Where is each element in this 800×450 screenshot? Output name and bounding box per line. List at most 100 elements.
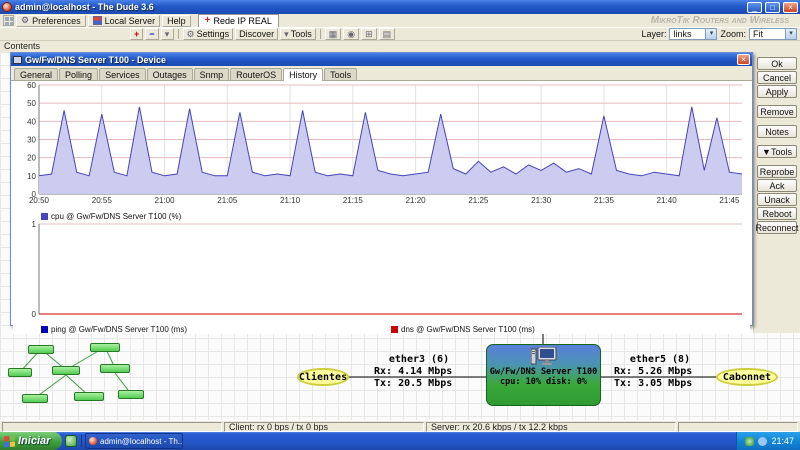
ping-dns-chart-legend: ping @ Gw/Fw/DNS Server T100 (ms) dns @ … <box>13 324 750 334</box>
toolbar-separator <box>319 29 321 39</box>
layer-value: links <box>673 29 692 39</box>
tray-icon[interactable] <box>758 436 768 446</box>
mini-map-node[interactable] <box>52 366 80 375</box>
notes-button[interactable]: Notes <box>757 125 797 138</box>
contents-pane-header[interactable]: Contents <box>0 41 800 52</box>
svg-text:21:35: 21:35 <box>594 196 615 205</box>
taskbar-item-dude[interactable]: admin@localhost - Th... <box>85 433 183 449</box>
quick-launch-icon[interactable] <box>65 435 77 447</box>
discover-button[interactable]: Discover <box>235 28 279 40</box>
windows-flag-icon <box>4 435 15 447</box>
svg-text:21:45: 21:45 <box>719 196 740 205</box>
tab-snmp[interactable]: Snmp <box>193 68 230 80</box>
preferences-button[interactable]: ⚙ Preferences <box>16 14 86 27</box>
plus-icon: + <box>134 29 140 39</box>
unack-button[interactable]: Unack <box>757 193 797 206</box>
mini-map-node[interactable] <box>74 392 104 401</box>
server-node-status: cpu: 10% disk: 0% <box>500 377 587 387</box>
mini-map-node[interactable] <box>22 394 48 403</box>
reconnect-button[interactable]: Reconnect <box>755 221 799 234</box>
status-cell-filler <box>678 422 798 432</box>
tools-label: Tools <box>290 29 312 39</box>
mini-map-node[interactable] <box>118 390 144 399</box>
mikrotik-watermark: MikroTik Routers and Wireless <box>650 15 789 26</box>
mini-map-node[interactable] <box>90 343 120 352</box>
tab-polling[interactable]: Polling <box>59 68 99 80</box>
remove-button[interactable]: Remove <box>757 105 797 118</box>
window-button[interactable]: ⊞ <box>361 28 377 40</box>
ack-button[interactable]: Ack <box>757 179 797 192</box>
tab-routeros[interactable]: RouterOS <box>230 68 283 80</box>
network-node-clientes[interactable]: Clientes <box>297 368 349 386</box>
tab-history[interactable]: History <box>283 68 324 81</box>
zoom-value: Fit <box>753 29 763 39</box>
reboot-button[interactable]: Reboot <box>757 207 797 220</box>
local-server-button[interactable]: Local Server <box>87 14 161 27</box>
mini-map-node[interactable] <box>100 364 130 373</box>
tools-button[interactable]: ▾ Tools <box>280 28 316 40</box>
dialog-close-button[interactable]: × <box>737 54 750 65</box>
grid-icon[interactable] <box>3 15 14 26</box>
chevron-down-icon: ▾ <box>284 28 289 39</box>
settings-button[interactable]: ⚙ Settings <box>182 28 234 40</box>
gear-icon: ⚙ <box>21 15 30 25</box>
mini-map-node[interactable] <box>8 368 32 377</box>
rows-button[interactable]: ▤ <box>378 28 396 40</box>
history-panel: 20:50 20:55 21:00 21:05 21:10 21:15 21:20 21:25… <box>11 80 752 334</box>
computer-icon <box>530 347 556 365</box>
minimize-button[interactable]: _ <box>747 1 762 13</box>
start-label: Iniciar <box>18 435 51 447</box>
discover-label: Discover <box>239 29 275 39</box>
window-titlebar[interactable]: admin@localhost - The Dude 3.6 _ □ × <box>0 0 800 14</box>
device-dialog-titlebar[interactable]: Gw/Fw/DNS Server T100 - Device × <box>11 53 752 66</box>
maximize-button[interactable]: □ <box>765 1 780 13</box>
rows-icon: ▤ <box>382 28 392 39</box>
close-button[interactable]: × <box>783 1 798 13</box>
network-node-server[interactable]: Gw/Fw/DNS Server T100 cpu: 10% disk: 0% <box>486 344 601 406</box>
minus-icon: − <box>149 29 155 39</box>
taskbar-clock[interactable]: 21:47 <box>771 436 794 446</box>
ping-dns-history-chart: 01 <box>13 220 748 319</box>
target-button[interactable]: ◉ <box>343 28 360 40</box>
tab-services[interactable]: Services <box>99 68 146 80</box>
tab-general[interactable]: General <box>14 68 59 80</box>
server-icon <box>92 16 102 25</box>
grid-toggle-button[interactable]: ▦ <box>324 28 342 40</box>
map-toolbar: + − ▾ ⚙ Settings Discover ▾ Tools ▦ ◉ ⊞ … <box>0 27 800 41</box>
zoom-select[interactable]: Fit ▾ <box>749 28 797 40</box>
map-add-button[interactable]: + <box>130 28 144 40</box>
start-button[interactable]: Iniciar <box>0 432 62 450</box>
ping-legend-swatch <box>41 325 48 333</box>
help-button[interactable]: Help <box>162 14 191 27</box>
dns-legend-swatch <box>391 325 399 333</box>
layer-select[interactable]: links ▾ <box>669 28 718 40</box>
map-dropdown-button[interactable]: ▾ <box>160 28 174 40</box>
map-remove-button[interactable]: − <box>145 28 159 40</box>
ok-button[interactable]: Ok <box>757 57 797 70</box>
dns-legend-label: dns @ Gw/Fw/DNS Server T100 (ms) <box>401 324 535 334</box>
reprobe-button[interactable]: Reprobe <box>757 165 797 178</box>
toolbar-separator <box>177 29 179 39</box>
grid-icon: ▦ <box>328 28 338 39</box>
tab-tools[interactable]: Tools <box>324 68 358 80</box>
svg-text:21:15: 21:15 <box>343 196 364 205</box>
svg-text:30: 30 <box>27 136 36 145</box>
zoom-label: Zoom: <box>720 29 746 39</box>
chevron-down-icon: ▾ <box>785 29 796 39</box>
network-node-cabonnet[interactable]: Cabonnet <box>716 368 778 386</box>
apply-button[interactable]: Apply <box>757 85 797 98</box>
map-tab-rede-ip-real[interactable]: + Rede IP REAL <box>197 14 279 27</box>
svg-text:21:30: 21:30 <box>531 196 552 205</box>
preferences-label: Preferences <box>32 15 81 26</box>
cancel-button[interactable]: Cancel <box>757 71 797 84</box>
mini-map-node[interactable] <box>28 345 54 354</box>
server-node-name: Gw/Fw/DNS Server T100 <box>489 367 598 377</box>
cpu-chart-legend: cpu @ Gw/Fw/DNS Server T100 (%) <box>13 211 750 221</box>
tab-outages[interactable]: Outages <box>146 68 193 80</box>
tray-icon[interactable] <box>745 436 755 446</box>
app-icon <box>2 2 12 12</box>
link-rx: Rx: 4.14 Mbps <box>374 366 453 377</box>
tools-menu-button[interactable]: ▼Tools <box>757 145 797 158</box>
svg-text:20: 20 <box>27 154 36 163</box>
chevron-down-icon: ▾ <box>705 29 717 39</box>
